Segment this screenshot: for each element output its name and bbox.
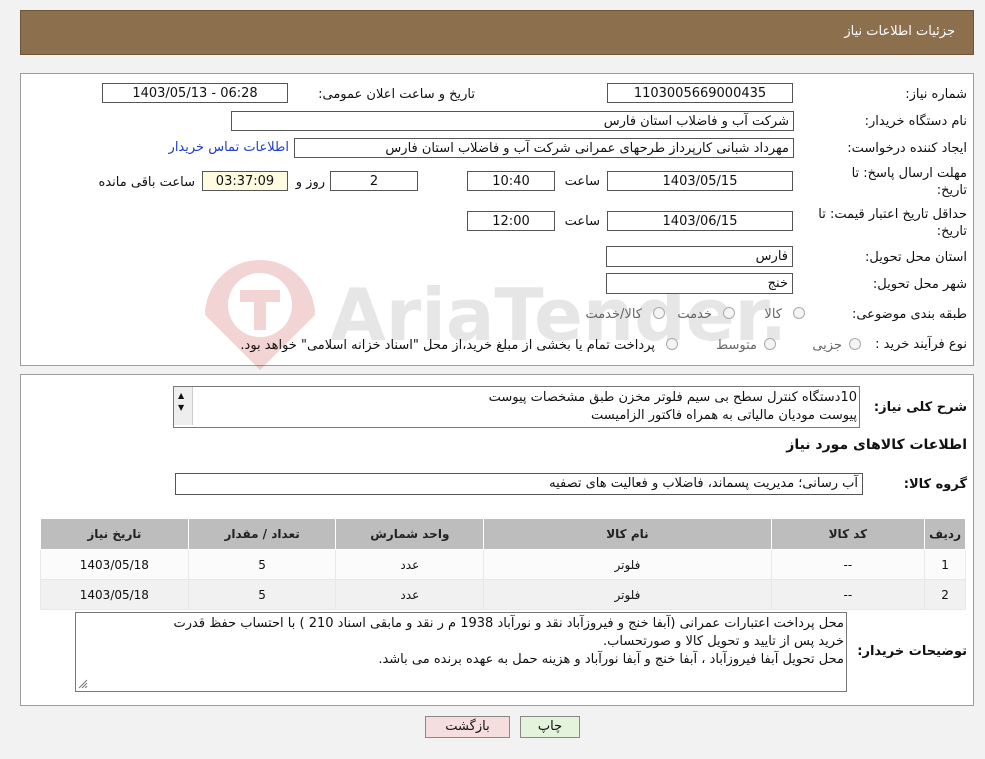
col-header-quantity: تعداد / مقدار [187, 518, 337, 550]
need-summary-line-2: پیوست مودیان مالیاتی به همراه فاکتور الز… [591, 408, 857, 423]
col-header-need-date: تاریخ نیاز [40, 518, 189, 550]
cell-item-code: -- [770, 549, 926, 580]
page-title: جزئیات اطلاعات نیاز [844, 24, 955, 39]
time-remaining-field: 03:37:09 [202, 171, 288, 191]
category-service-radio[interactable] [723, 307, 735, 319]
category-goods-service-radio[interactable] [653, 307, 665, 319]
payment-note-checkbox[interactable] [666, 338, 678, 350]
scroll-up-icon[interactable]: ▲ [178, 391, 184, 400]
category-label: طبقه بندی موضوعی: [851, 307, 967, 322]
days-label: روز و [295, 175, 325, 190]
table-row: 2 -- فلوتر عدد 5 1403/05/18 [40, 579, 966, 610]
days-remaining-field: 2 [330, 171, 418, 191]
price-validity-time-field: 12:00 [467, 211, 555, 231]
requester-field: مهرداد شبانی کارپرداز طرحهای عمرانی شرکت… [294, 138, 794, 158]
category-goods-service-label: کالا/خدمت [585, 307, 642, 322]
back-button[interactable]: بازگشت [425, 716, 510, 738]
cell-row-number: 2 [924, 579, 966, 610]
price-validity-label: حداقل تاریخ اعتبار قیمت: تا [818, 207, 967, 222]
cell-row-number: 1 [924, 549, 966, 580]
col-header-item-code: کد کالا [770, 518, 926, 550]
col-header-row-number: ردیف [924, 518, 966, 550]
buyer-notes-line-3: محل تحویل آبفا فیروزآباد ، آبفا خنج و آب… [378, 652, 844, 667]
deadline-label: مهلت ارسال پاسخ: تا [851, 166, 967, 181]
city-field: خنج [606, 273, 793, 294]
summary-scrollbar[interactable]: ▲ ▼ [174, 387, 193, 425]
province-label: استان محل تحویل: [865, 250, 967, 265]
cell-quantity: 5 [187, 549, 337, 580]
price-validity-label-2: تاریخ: [936, 224, 967, 239]
process-minor-label: جزیی [812, 338, 842, 353]
need-number-field: 1103005669000435 [607, 83, 793, 103]
deadline-time-label: ساعت [564, 174, 600, 189]
buyer-org-field: شرکت آب و فاضلاب استان فارس [231, 111, 794, 131]
announce-date-label: تاریخ و ساعت اعلان عمومی: [318, 87, 475, 102]
buyer-notes-textarea[interactable]: محل پرداخت اعتبارات عمرانی (آبفا خنج و ف… [75, 612, 847, 692]
table-row: 1 -- فلوتر عدد 5 1403/05/18 [40, 549, 966, 580]
price-validity-date-field: 1403/06/15 [607, 211, 793, 231]
deadline-label-2: تاریخ: [936, 183, 967, 198]
requester-label: ایجاد کننده درخواست: [847, 141, 967, 156]
goods-table-header: ردیف کد کالا نام کالا واحد شمارش تعداد /… [40, 518, 966, 550]
category-goods-label: کالا [764, 307, 782, 322]
need-summary-label: شرح کلی نیاز: [873, 400, 967, 415]
page-header: جزئیات اطلاعات نیاز [20, 10, 974, 55]
goods-table: ردیف کد کالا نام کالا واحد شمارش تعداد /… [40, 518, 966, 610]
province-field: فارس [606, 246, 793, 267]
goods-group-label: گروه کالا: [903, 477, 967, 492]
deadline-date-field: 1403/05/15 [607, 171, 793, 191]
buyer-notes-line-2: خرید پس از تایید و تحویل کالا و صورتحساب… [602, 634, 844, 649]
cell-unit: عدد [335, 549, 485, 580]
category-service-label: خدمت [677, 307, 712, 322]
process-medium-radio[interactable] [764, 338, 776, 350]
purchase-process-label: نوع فرآیند خرید : [875, 337, 967, 352]
col-header-item-name: نام کالا [483, 518, 772, 550]
goods-group-field: آب رسانی؛ مدیریت پسماند، فاضلاب و فعالیت… [175, 473, 863, 495]
category-goods-radio[interactable] [793, 307, 805, 319]
city-label: شهر محل تحویل: [872, 277, 967, 292]
buyer-notes-line-1: محل پرداخت اعتبارات عمرانی (آبفا خنج و ف… [173, 616, 844, 631]
scroll-down-icon[interactable]: ▼ [178, 403, 184, 412]
process-minor-radio[interactable] [849, 338, 861, 350]
deadline-time-field: 10:40 [467, 171, 555, 191]
cell-item-name: فلوتر [483, 549, 772, 580]
process-medium-label: متوسط [716, 338, 757, 353]
cell-need-date: 1403/05/18 [40, 579, 189, 610]
print-button[interactable]: چاپ [520, 716, 580, 738]
announce-date-field: 1403/05/13 - 06:28 [102, 83, 288, 103]
time-remaining-label: ساعت باقی مانده [98, 175, 195, 190]
cell-need-date: 1403/05/18 [40, 549, 189, 580]
payment-note: پرداخت تمام یا بخشی از مبلغ خرید،از محل … [240, 338, 655, 353]
goods-section-title: اطلاعات کالاهای مورد نیاز [786, 437, 967, 453]
cell-quantity: 5 [187, 579, 337, 610]
need-number-label: شماره نیاز: [905, 87, 967, 102]
buyer-notes-label: توضیحات خریدار: [857, 644, 967, 659]
price-validity-time-label: ساعت [564, 214, 600, 229]
col-header-unit: واحد شمارش [335, 518, 485, 550]
goods-table-wrapper: ردیف کد کالا نام کالا واحد شمارش تعداد /… [40, 518, 966, 610]
cell-item-name: فلوتر [483, 579, 772, 610]
need-summary-line-1: 10دستگاه کنترل سطح بی سیم فلوتر مخزن طبق… [488, 390, 857, 405]
resize-grip-icon[interactable] [78, 679, 88, 689]
cell-unit: عدد [335, 579, 485, 610]
buyer-contact-link[interactable]: اطلاعات تماس خریدار [169, 140, 289, 155]
need-summary-textarea[interactable]: 10دستگاه کنترل سطح بی سیم فلوتر مخزن طبق… [173, 386, 860, 428]
buyer-org-label: نام دستگاه خریدار: [864, 114, 967, 129]
cell-item-code: -- [770, 579, 926, 610]
